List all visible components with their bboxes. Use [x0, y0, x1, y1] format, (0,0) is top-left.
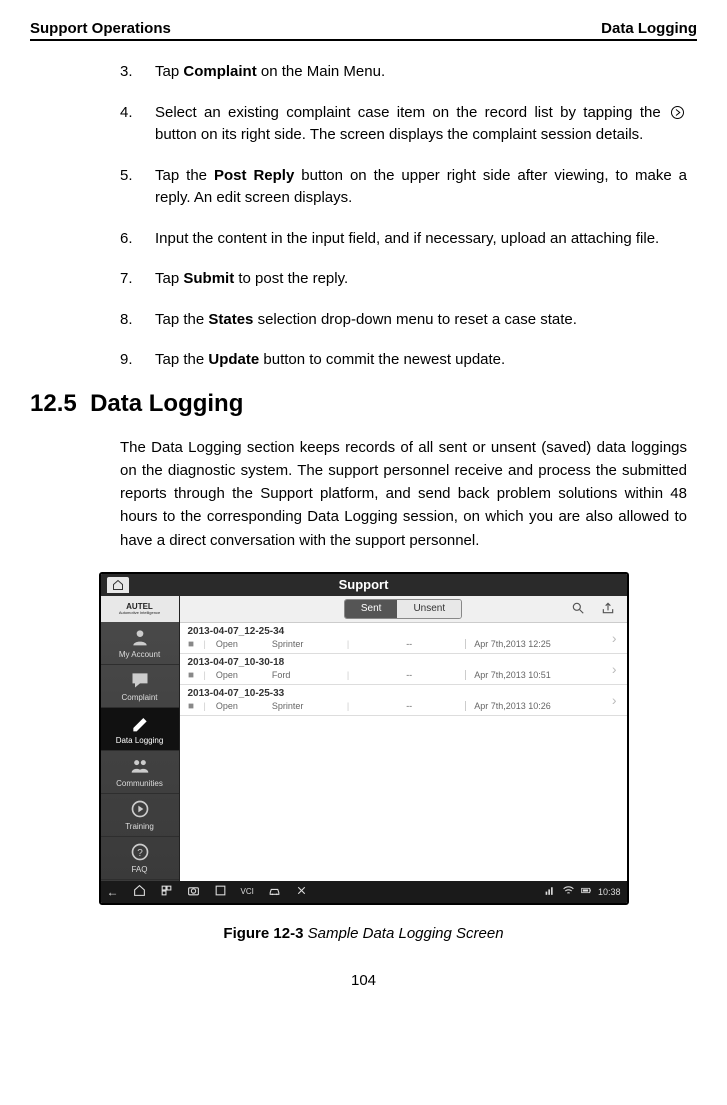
titlebar-title: Support	[339, 577, 389, 592]
row-sub: | Open Ford | -- Apr 7th,2013 10:51	[188, 670, 619, 680]
list-item: 8. Tap the States selection drop-down me…	[120, 309, 687, 332]
chat-icon	[129, 669, 151, 691]
home-button[interactable]	[107, 577, 129, 593]
log-list: 2013-04-07_12-25-34 | Open Sprinter | --…	[180, 623, 627, 881]
person-icon	[129, 626, 151, 648]
list-number: 5.	[120, 165, 155, 210]
segmented-control: Sent Unsent	[344, 599, 462, 619]
chevron-circle-icon	[670, 102, 685, 125]
pen-icon	[129, 712, 151, 734]
list-item: 7. Tap Submit to post the reply.	[120, 268, 687, 291]
list-item: 3. Tap Complaint on the Main Menu.	[120, 61, 687, 84]
signal-icon	[544, 884, 557, 899]
question-icon: ?	[129, 841, 151, 863]
toolbar: Sent Unsent	[180, 596, 627, 623]
row-sub: | Open Sprinter | -- Apr 7th,2013 12:25	[188, 639, 619, 649]
section-title: Data Logging	[90, 390, 243, 417]
section-number: 12.5	[30, 390, 77, 417]
sidebar-item-my-account[interactable]: My Account	[101, 622, 179, 665]
figure-caption: Figure 12-3 Sample Data Logging Screen	[99, 925, 629, 942]
battery-icon	[580, 884, 593, 899]
tools-icon[interactable]	[295, 884, 308, 900]
sidebar-item-communities[interactable]: Communities	[101, 751, 179, 794]
camera-icon[interactable]	[187, 884, 200, 900]
tab-sent[interactable]: Sent	[345, 600, 398, 618]
list-text: Tap Submit to post the reply.	[155, 268, 687, 291]
search-icon[interactable]	[571, 601, 585, 619]
row-title: 2013-04-07_10-30-18	[188, 657, 619, 668]
sidebar-item-training[interactable]: Training	[101, 794, 179, 837]
recent-icon[interactable]	[160, 884, 173, 900]
list-text: Tap the Update button to commit the newe…	[155, 349, 687, 372]
list-text: Input the content in the input field, an…	[155, 228, 687, 251]
sidebar-item-complaint[interactable]: Complaint	[101, 665, 179, 708]
sidebar-item-data-logging[interactable]: Data Logging	[101, 708, 179, 751]
list-item: 9. Tap the Update button to commit the n…	[120, 349, 687, 372]
ordered-list: 3. Tap Complaint on the Main Menu. 4. Se…	[120, 61, 687, 372]
chevron-right-icon: ›	[612, 661, 617, 677]
list-number: 9.	[120, 349, 155, 372]
list-text: Tap the States selection drop-down menu …	[155, 309, 687, 332]
header-right: Data Logging	[601, 20, 697, 37]
svg-text:?: ?	[137, 848, 143, 859]
play-circle-icon	[129, 798, 151, 820]
status-dot-icon	[188, 670, 194, 680]
table-row[interactable]: 2013-04-07_12-25-34 | Open Sprinter | --…	[180, 623, 627, 654]
list-number: 6.	[120, 228, 155, 251]
list-item: 5. Tap the Post Reply button on the uppe…	[120, 165, 687, 210]
row-title: 2013-04-07_10-25-33	[188, 688, 619, 699]
table-row[interactable]: 2013-04-07_10-25-33 | Open Sprinter | --…	[180, 685, 627, 716]
people-icon	[129, 755, 151, 777]
chevron-right-icon: ›	[612, 692, 617, 708]
row-title: 2013-04-07_12-25-34	[188, 626, 619, 637]
main-pane: Sent Unsent 2013-04-07_12-25-34 |	[180, 596, 627, 881]
list-number: 8.	[120, 309, 155, 332]
row-sub: | Open Sprinter | -- Apr 7th,2013 10:26	[188, 701, 619, 711]
car-icon[interactable]	[268, 884, 281, 900]
sidebar: AUTEL Automotive Intelligence My Account…	[101, 596, 180, 881]
section-heading: 12.5 Data Logging	[30, 390, 697, 418]
page-header: Support Operations Data Logging	[30, 20, 697, 41]
list-item: 4. Select an existing complaint case ite…	[120, 102, 687, 147]
app-body: AUTEL Automotive Intelligence My Account…	[101, 596, 627, 881]
brand-logo: AUTEL Automotive Intelligence	[101, 596, 179, 622]
page-number: 104	[30, 972, 697, 989]
home-icon[interactable]	[133, 884, 146, 900]
figure: Support AUTEL Automotive Intelligence My…	[99, 572, 629, 942]
header-left: Support Operations	[30, 20, 171, 37]
screenshot-icon[interactable]	[214, 884, 227, 900]
table-row[interactable]: 2013-04-07_10-30-18 | Open Ford | -- Apr…	[180, 654, 627, 685]
list-number: 7.	[120, 268, 155, 291]
status-dot-icon	[188, 639, 194, 649]
bottom-dock: ← VCI 10:38	[101, 881, 627, 903]
list-text: Select an existing complaint case item o…	[155, 102, 687, 147]
vci-label[interactable]: VCI	[241, 887, 254, 896]
list-text: Tap Complaint on the Main Menu.	[155, 61, 687, 84]
tab-unsent[interactable]: Unsent	[397, 600, 461, 618]
device-frame: Support AUTEL Automotive Intelligence My…	[99, 572, 629, 905]
body-paragraph: The Data Logging section keeps records o…	[120, 436, 687, 552]
share-icon[interactable]	[601, 601, 615, 619]
status-dot-icon	[188, 701, 194, 711]
wifi-icon	[562, 884, 575, 899]
list-item: 6. Input the content in the input field,…	[120, 228, 687, 251]
list-number: 4.	[120, 102, 155, 147]
list-text: Tap the Post Reply button on the upper r…	[155, 165, 687, 210]
app-titlebar: Support	[101, 574, 627, 596]
dock-time: 10:38	[598, 887, 621, 897]
back-icon[interactable]: ←	[107, 885, 119, 899]
sidebar-item-faq[interactable]: ? FAQ	[101, 837, 179, 880]
chevron-right-icon: ›	[612, 630, 617, 646]
list-number: 3.	[120, 61, 155, 84]
